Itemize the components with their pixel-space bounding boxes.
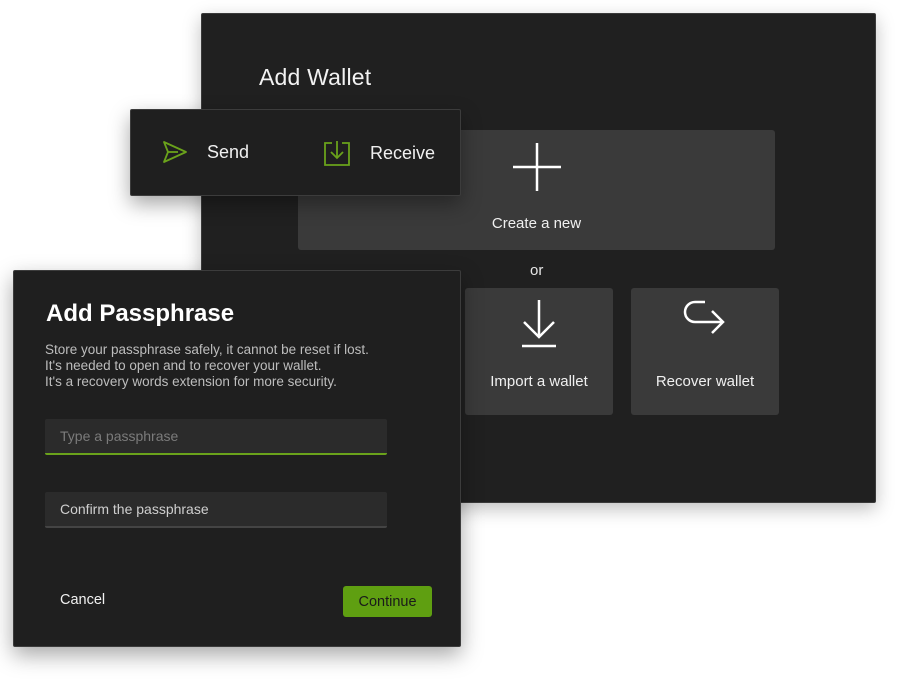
description-line: It's needed to open and to recover your … xyxy=(45,358,322,373)
cancel-button[interactable]: Cancel xyxy=(48,586,117,614)
passphrase-input[interactable] xyxy=(45,419,387,455)
recover-wallet-label: Recover wallet xyxy=(655,373,755,390)
send-button[interactable]: Send xyxy=(162,139,249,165)
send-receive-bar: Send Receive xyxy=(130,109,461,196)
receive-label: Receive xyxy=(370,142,436,163)
plus-icon xyxy=(512,142,562,197)
description-line: It's a recovery words extension for more… xyxy=(45,374,337,389)
import-wallet-tile[interactable]: Import a wallet xyxy=(465,288,613,415)
create-new-label: Create a new xyxy=(491,215,582,232)
confirm-passphrase-input[interactable] xyxy=(45,492,387,528)
recover-wallet-tile[interactable]: Recover wallet xyxy=(631,288,779,415)
or-separator-label: or xyxy=(530,262,544,279)
add-wallet-title: Add Wallet xyxy=(259,64,372,90)
description-line: Store your passphrase safely, it cannot … xyxy=(45,342,369,357)
import-wallet-label: Import a wallet xyxy=(490,373,588,390)
download-arrow-icon xyxy=(519,298,559,355)
send-label: Send xyxy=(207,141,250,162)
dialog-title: Add Passphrase xyxy=(46,300,235,327)
add-passphrase-dialog: Add Passphrase Store your passphrase saf… xyxy=(13,270,461,647)
receive-button[interactable]: Receive xyxy=(323,139,435,167)
receive-icon xyxy=(323,139,351,167)
continue-button[interactable]: Continue xyxy=(343,586,432,617)
send-icon xyxy=(162,139,188,165)
dialog-description: Store your passphrase safely, it cannot … xyxy=(45,342,369,390)
return-arrow-icon xyxy=(681,298,729,349)
